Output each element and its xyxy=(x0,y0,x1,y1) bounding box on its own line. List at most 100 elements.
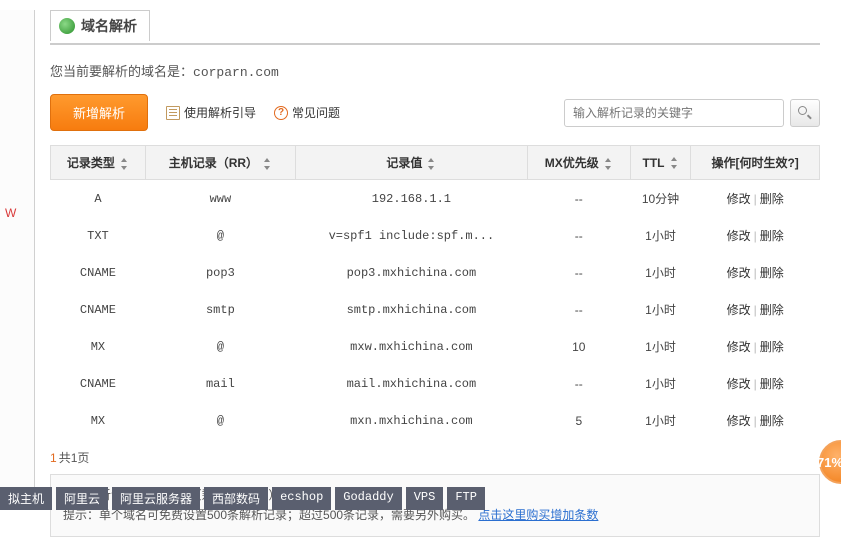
delete-link[interactable]: 删除 xyxy=(760,340,784,354)
document-icon xyxy=(166,106,180,120)
cell-host: pop3 xyxy=(145,254,295,291)
tag-link[interactable]: 西部数码 xyxy=(204,487,268,510)
edit-link[interactable]: 修改 xyxy=(727,192,751,206)
col-value[interactable]: 记录值 xyxy=(295,146,527,180)
guide-link[interactable]: 使用解析引导 xyxy=(166,104,256,121)
cell-type: MX xyxy=(51,328,146,365)
col-ops: 操作[何时生效?] xyxy=(691,146,820,180)
question-icon: ? xyxy=(274,106,288,120)
edit-link[interactable]: 修改 xyxy=(727,229,751,243)
cell-value: mxn.mxhichina.com xyxy=(295,402,527,439)
table-row: CNAMEpop3pop3.mxhichina.com--1小时修改|删除 xyxy=(51,254,820,291)
left-sidebar-edge: W xyxy=(0,10,35,510)
cell-type: TXT xyxy=(51,217,146,254)
tag-link[interactable]: 阿里云 xyxy=(56,487,108,510)
search-input[interactable] xyxy=(564,99,784,127)
sort-icon xyxy=(669,157,679,169)
cell-ttl: 10分钟 xyxy=(630,180,691,218)
search-button[interactable] xyxy=(790,99,820,127)
dns-records-table: 记录类型 主机记录（RR） 记录值 MX优先级 TTL 操作[何时生效?] Aw… xyxy=(50,145,820,439)
cell-type: CNAME xyxy=(51,291,146,328)
tag-link[interactable]: 阿里云服务器 xyxy=(112,487,200,510)
tag-link[interactable]: FTP xyxy=(447,487,485,510)
table-row: MX@mxn.mxhichina.com51小时修改|删除 xyxy=(51,402,820,439)
cell-host: @ xyxy=(145,402,295,439)
page-title-tab: 域名解析 xyxy=(50,10,150,41)
guide-label: 使用解析引导 xyxy=(184,104,256,121)
page-number: 1 xyxy=(50,451,57,465)
cell-host: @ xyxy=(145,328,295,365)
cell-mx: -- xyxy=(527,180,630,218)
cell-value: v=spf1 include:spf.m... xyxy=(295,217,527,254)
page-title: 域名解析 xyxy=(81,16,137,36)
domain-name: corparn.com xyxy=(193,65,279,80)
subtitle-prefix: 您当前要解析的域名是： xyxy=(50,64,193,79)
cell-host: smtp xyxy=(145,291,295,328)
progress-badge: 71% xyxy=(819,440,841,484)
edit-link[interactable]: 修改 xyxy=(727,377,751,391)
delete-link[interactable]: 删除 xyxy=(760,377,784,391)
cell-host: www xyxy=(145,180,295,218)
tag-link[interactable]: 拟主机 xyxy=(0,487,52,510)
edit-link[interactable]: 修改 xyxy=(727,266,751,280)
add-record-button[interactable]: 新增解析 xyxy=(50,94,148,131)
tag-link[interactable]: ecshop xyxy=(272,487,331,510)
delete-link[interactable]: 删除 xyxy=(760,303,784,317)
cell-mx: -- xyxy=(527,254,630,291)
sort-icon xyxy=(603,158,613,170)
cell-mx: -- xyxy=(527,291,630,328)
cell-type: CNAME xyxy=(51,365,146,402)
buy-more-link[interactable]: 点击这里购买增加条数 xyxy=(478,508,598,522)
cell-mx: 10 xyxy=(527,328,630,365)
cell-host: mail xyxy=(145,365,295,402)
delete-link[interactable]: 删除 xyxy=(760,229,784,243)
search-icon xyxy=(798,106,812,120)
cell-mx: 5 xyxy=(527,402,630,439)
toolbar: 新增解析 使用解析引导 ? 常见问题 xyxy=(50,94,820,131)
sort-icon xyxy=(119,158,129,170)
cell-ttl: 1小时 xyxy=(630,328,691,365)
cell-value: pop3.mxhichina.com xyxy=(295,254,527,291)
col-type[interactable]: 记录类型 xyxy=(51,146,146,180)
cell-ops: 修改|删除 xyxy=(691,217,820,254)
faq-link[interactable]: ? 常见问题 xyxy=(274,104,340,121)
table-row: MX@mxw.mxhichina.com101小时修改|删除 xyxy=(51,328,820,365)
title-bar: 域名解析 xyxy=(50,10,820,45)
delete-link[interactable]: 删除 xyxy=(760,414,784,428)
cell-value: smtp.mxhichina.com xyxy=(295,291,527,328)
usage-line2: 提示：单个域名可免费设置500条解析记录；超过500条记录，需要另外购买。 xyxy=(63,508,475,522)
pagination: 1共1页 xyxy=(50,449,820,466)
col-host[interactable]: 主机记录（RR） xyxy=(145,146,295,180)
sort-icon xyxy=(262,158,272,170)
cell-ttl: 1小时 xyxy=(630,254,691,291)
cell-value: 192.168.1.1 xyxy=(295,180,527,218)
tag-link[interactable]: VPS xyxy=(406,487,444,510)
cell-type: A xyxy=(51,180,146,218)
current-domain-line: 您当前要解析的域名是：corparn.com xyxy=(50,61,820,80)
cell-ops: 修改|删除 xyxy=(691,328,820,365)
edit-link[interactable]: 修改 xyxy=(727,303,751,317)
cell-ops: 修改|删除 xyxy=(691,402,820,439)
table-row: Awww192.168.1.1--10分钟修改|删除 xyxy=(51,180,820,218)
cell-ops: 修改|删除 xyxy=(691,291,820,328)
cell-type: MX xyxy=(51,402,146,439)
sort-icon xyxy=(426,158,436,170)
cell-ttl: 1小时 xyxy=(630,291,691,328)
col-ttl[interactable]: TTL xyxy=(630,146,691,180)
cell-ttl: 1小时 xyxy=(630,217,691,254)
left-edge-label: W xyxy=(5,206,16,220)
cell-ttl: 1小时 xyxy=(630,402,691,439)
page-total: 共1页 xyxy=(59,451,90,465)
edit-link[interactable]: 修改 xyxy=(727,340,751,354)
delete-link[interactable]: 删除 xyxy=(760,192,784,206)
delete-link[interactable]: 删除 xyxy=(760,266,784,280)
col-mx[interactable]: MX优先级 xyxy=(527,146,630,180)
cell-ttl: 1小时 xyxy=(630,365,691,402)
cell-ops: 修改|删除 xyxy=(691,365,820,402)
table-row: CNAMEmailmail.mxhichina.com--1小时修改|删除 xyxy=(51,365,820,402)
cell-ops: 修改|删除 xyxy=(691,180,820,218)
cell-type: CNAME xyxy=(51,254,146,291)
edit-link[interactable]: 修改 xyxy=(727,414,751,428)
tag-link[interactable]: Godaddy xyxy=(335,487,401,510)
faq-label: 常见问题 xyxy=(292,104,340,121)
